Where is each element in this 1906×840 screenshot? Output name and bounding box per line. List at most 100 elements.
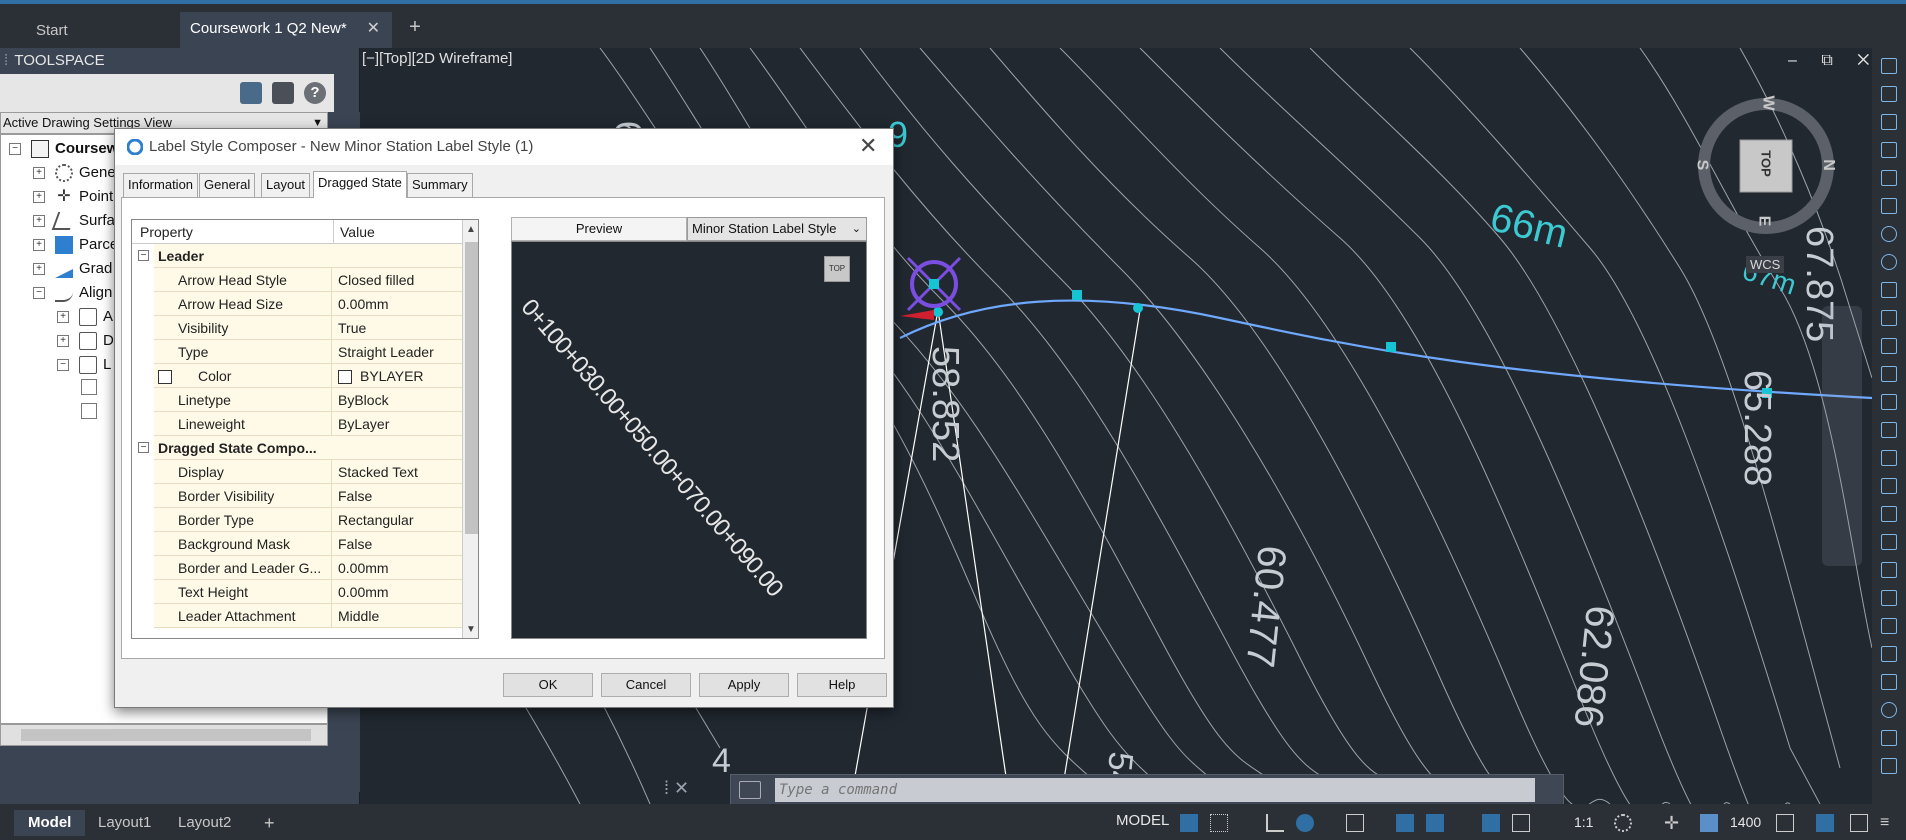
command-input[interactable] <box>775 778 1535 802</box>
tool-icon[interactable] <box>1881 422 1897 438</box>
expand-icon[interactable]: + <box>33 191 45 204</box>
tool-icon[interactable] <box>1881 86 1897 102</box>
preview-style-selector[interactable]: Minor Station Label Style ⌄ <box>687 217 867 241</box>
plus-icon[interactable]: ✛ <box>1664 814 1682 832</box>
viewcube-north[interactable]: N <box>1819 159 1837 171</box>
tool-icon[interactable] <box>1881 758 1897 774</box>
tree-item-folder-a[interactable]: + A <box>57 305 113 329</box>
expand-icon[interactable]: + <box>33 239 45 252</box>
tree-item-drawing[interactable]: − Coursew <box>9 137 118 161</box>
tool-icon[interactable] <box>1881 338 1897 354</box>
property-value[interactable]: Closed filled <box>332 268 462 292</box>
property-grid-scrollbar[interactable]: ▲ ▼ <box>462 220 478 638</box>
new-tab-button[interactable]: + <box>404 17 426 39</box>
property-row[interactable]: Visibility True <box>132 316 462 340</box>
scroll-down-icon[interactable]: ▼ <box>466 624 476 635</box>
gear-icon[interactable] <box>1614 814 1632 832</box>
polar-icon[interactable] <box>1296 814 1314 832</box>
help-button[interactable]: Help <box>797 673 887 697</box>
property-row[interactable]: Lineweight ByLayer <box>132 412 462 436</box>
property-row[interactable]: Color BYLAYER <box>132 364 462 388</box>
property-value[interactable]: ByBlock <box>332 388 462 412</box>
cancel-button[interactable]: Cancel <box>601 673 691 697</box>
viewcube-south[interactable]: S <box>1692 160 1710 171</box>
tree-item-surface[interactable]: + Surfa <box>33 209 115 233</box>
collapse-icon[interactable]: − <box>138 442 149 453</box>
tool-icon[interactable] <box>1881 618 1897 634</box>
property-row[interactable]: Border Visibility False <box>132 484 462 508</box>
expand-icon[interactable]: + <box>57 335 69 348</box>
expand-icon[interactable]: + <box>57 311 69 324</box>
wcs-indicator[interactable]: WCS <box>1746 256 1785 273</box>
collapse-icon[interactable]: − <box>57 359 69 372</box>
tool-icon[interactable] <box>1881 142 1897 158</box>
preview-button[interactable]: Preview <box>511 217 687 241</box>
ok-button[interactable]: OK <box>503 673 593 697</box>
hardware-acceleration-icon[interactable] <box>1816 814 1834 832</box>
tool-icon[interactable] <box>1881 58 1897 74</box>
property-row[interactable]: Border Type Rectangular <box>132 508 462 532</box>
annotation-scale[interactable]: 1:1 <box>1574 814 1593 830</box>
value-column-header[interactable]: Value <box>334 220 462 244</box>
property-row[interactable]: Leader Attachment Middle <box>132 604 462 628</box>
isodraft-icon[interactable] <box>1346 814 1364 832</box>
tool-icon[interactable] <box>1881 170 1897 186</box>
property-value[interactable]: ByLayer <box>332 412 462 436</box>
toolspace-save-icon[interactable] <box>272 82 294 104</box>
tool-icon[interactable] <box>1881 562 1897 578</box>
scrollbar-thumb[interactable] <box>465 242 478 534</box>
property-value[interactable]: False <box>332 484 462 508</box>
tree-item-parcel[interactable]: + Parce <box>33 233 118 257</box>
property-row[interactable]: Text Height 0.00mm <box>132 580 462 604</box>
snap-icon[interactable] <box>1210 814 1228 832</box>
navigation-bar[interactable] <box>1822 306 1862 566</box>
property-row[interactable]: Arrow Head Size 0.00mm <box>132 292 462 316</box>
tool-icon[interactable] <box>1881 730 1897 746</box>
expand-icon[interactable]: + <box>33 167 45 180</box>
tool-icon[interactable] <box>1881 506 1897 522</box>
tree-item-folder-l[interactable]: − L <box>57 353 111 377</box>
layout-tab-layout2[interactable]: Layout2 <box>164 810 245 836</box>
tree-item-point[interactable]: + ✛ Point <box>33 185 113 209</box>
tool-icon[interactable] <box>1881 702 1897 718</box>
property-row[interactable]: Border and Leader G... 0.00mm <box>132 556 462 580</box>
expand-icon[interactable]: + <box>33 215 45 228</box>
toolspace-title-bar[interactable]: ⁞ TOOLSPACE <box>0 48 360 74</box>
property-row[interactable]: Linetype ByBlock <box>132 388 462 412</box>
collapse-icon[interactable]: − <box>138 250 149 261</box>
property-column-header[interactable]: Property <box>132 220 334 244</box>
tree-node-icon[interactable] <box>81 403 97 419</box>
layout-tab-model[interactable]: Model <box>14 810 86 836</box>
property-row[interactable]: Background Mask False <box>132 532 462 556</box>
toolspace-layout-icon[interactable] <box>240 82 262 104</box>
tree-item-grading[interactable]: + Grad <box>33 257 112 281</box>
property-row[interactable]: Display Stacked Text <box>132 460 462 484</box>
menu-icon[interactable]: ≡ <box>1880 814 1898 832</box>
property-category-row[interactable]: − Dragged State Compo... <box>132 436 462 460</box>
property-category-row[interactable]: − Leader <box>132 244 462 268</box>
property-value[interactable]: False <box>332 532 462 556</box>
viewcube-east[interactable]: E <box>1754 216 1772 227</box>
help-icon[interactable]: ? <box>304 82 326 104</box>
dialog-title-bar[interactable]: Label Style Composer - New Minor Station… <box>115 129 893 165</box>
status-value[interactable]: 1400 <box>1730 814 1761 830</box>
close-tab-icon[interactable]: ✕ <box>367 12 380 46</box>
tool-icon[interactable] <box>1881 310 1897 326</box>
annotation-visibility-icon[interactable] <box>1482 814 1500 832</box>
viewport-controls-label[interactable]: [−][Top][2D Wireframe] <box>362 50 512 67</box>
property-value[interactable]: True <box>332 316 462 340</box>
tool-icon[interactable] <box>1881 114 1897 130</box>
tool-icon[interactable] <box>1881 478 1897 494</box>
tab-information[interactable]: Information <box>123 173 199 197</box>
autoscale-icon[interactable] <box>1512 814 1530 832</box>
fullscreen-icon[interactable] <box>1850 814 1868 832</box>
tool-icon[interactable] <box>1881 198 1897 214</box>
globe-icon[interactable] <box>1881 254 1897 270</box>
tool-icon[interactable] <box>1881 282 1897 298</box>
property-value[interactable]: 0.00mm <box>332 556 462 580</box>
tree-node-icon[interactable] <box>81 379 97 395</box>
object-snap-icon[interactable] <box>1426 814 1444 832</box>
viewcube-west[interactable]: W <box>1759 95 1777 110</box>
command-line-grip-icon[interactable]: ⁞ ✕ <box>664 778 689 799</box>
property-value[interactable]: Middle <box>332 604 462 628</box>
